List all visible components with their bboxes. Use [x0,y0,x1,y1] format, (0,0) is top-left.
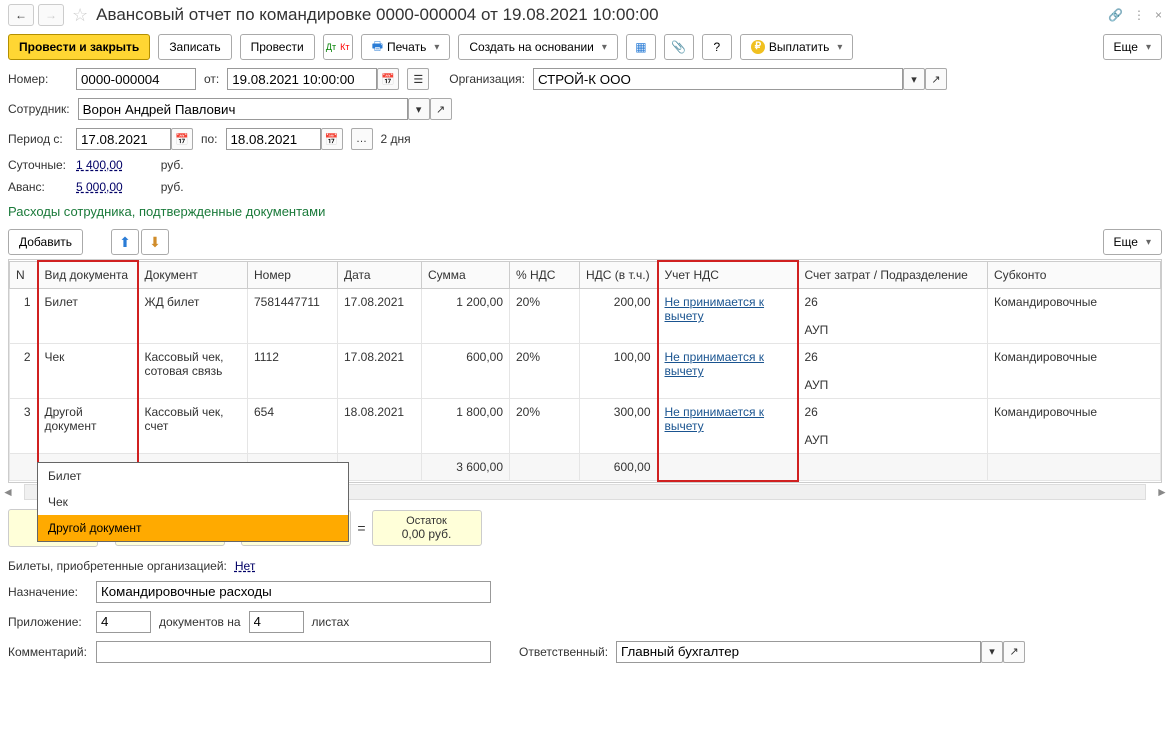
responsible-dropdown[interactable]: ▾ [981,641,1003,663]
tickets-label: Билеты, приобретенные организацией: [8,559,227,573]
org-dropdown[interactable]: ▾ [903,68,925,90]
attach-label: Приложение: [8,615,88,629]
page-title: Авансовый отчет по командировке 0000-000… [96,5,658,25]
attach-docs-input[interactable] [96,611,151,633]
dropdown-opt-ticket[interactable]: Билет [38,463,348,489]
col-sub[interactable]: Субконто [988,261,1161,289]
tickets-link[interactable]: Нет [235,559,255,573]
extra-icon[interactable]: ☰ [407,68,429,90]
table-more-button[interactable]: Еще [1103,229,1162,255]
nav-back[interactable]: ← [8,4,34,26]
toolbar-more-button[interactable]: Еще [1103,34,1162,60]
advance-label: Аванс: [8,180,68,194]
print-button[interactable]: 🖶 Печать [361,34,451,60]
daily-rub: руб. [161,158,184,172]
period-from-label: Период с: [8,132,68,146]
nav-forward[interactable]: → [38,4,64,26]
more-menu-icon[interactable]: ⋮ [1133,8,1145,22]
attach-sheets-input[interactable] [249,611,304,633]
employee-label: Сотрудник: [8,102,70,116]
print-label: Печать [387,40,426,54]
purpose-label: Назначение: [8,585,88,599]
ruble-icon: ₽ [751,40,765,54]
save-button[interactable]: Записать [158,34,231,60]
period-to-cal[interactable]: 📅 [321,128,343,150]
doctype-dropdown[interactable]: Билет Чек Другой документ [37,462,349,542]
period-from-cal[interactable]: 📅 [171,128,193,150]
col-n[interactable]: N [10,261,38,289]
dropdown-opt-check[interactable]: Чек [38,489,348,515]
total-sum: 3 600,00 [422,454,510,481]
from-label: от: [204,72,219,86]
move-up-button[interactable]: ⬆ [111,229,139,255]
attach-sheets-label: листах [312,615,350,629]
create-based-button[interactable]: Создать на основании [458,34,618,60]
number-label: Номер: [8,72,68,86]
period-extra[interactable]: … [351,128,373,150]
post-button[interactable]: Провести [240,34,315,60]
table-row[interactable]: 3Другой документКассовый чек, счет65418.… [10,399,1161,454]
org-label: Организация: [449,72,525,86]
col-vat[interactable]: НДС (в т.ч.) [580,261,658,289]
daily-label: Суточные: [8,158,68,172]
favorite-star-icon[interactable]: ☆ [72,5,88,26]
col-doctype[interactable]: Вид документа [38,261,138,289]
attachment-button[interactable]: 📎 [664,34,694,60]
attach-docs-label: документов на [159,615,241,629]
comment-input[interactable] [96,641,491,663]
period-to-label: по: [201,132,218,146]
responsible-input[interactable] [616,641,981,663]
related-docs-button[interactable]: ▦ [626,34,656,60]
period-from-input[interactable] [76,128,171,150]
calendar-icon[interactable]: 📅 [377,68,399,90]
dropdown-opt-other[interactable]: Другой документ [38,515,348,541]
comment-label: Комментарий: [8,645,88,659]
vatacc-link[interactable]: Не принимается к вычету [665,405,765,433]
add-row-button[interactable]: Добавить [8,229,83,255]
purpose-input[interactable] [96,581,491,603]
col-sum[interactable]: Сумма [422,261,510,289]
daily-link[interactable]: 1 400,00 [76,158,123,172]
pay-button[interactable]: ₽ Выплатить [740,34,854,60]
expenses-table[interactable]: N Вид документа Документ Номер Дата Сумм… [8,259,1162,483]
col-date[interactable]: Дата [338,261,422,289]
link-icon[interactable]: 🔗 [1108,8,1123,22]
responsible-open[interactable]: ↗ [1003,641,1025,663]
summary-rest: Остаток0,00 руб. [372,510,482,546]
op-eq: = [357,520,365,536]
dtkt-button[interactable]: ДтКт [323,34,353,60]
total-vat: 600,00 [580,454,658,481]
post-and-close-button[interactable]: Провести и закрыть [8,34,150,60]
advance-link[interactable]: 5 000,00 [76,180,123,194]
col-doc[interactable]: Документ [138,261,248,289]
move-down-button[interactable]: ⬇ [141,229,169,255]
close-icon[interactable]: × [1155,8,1162,22]
help-button[interactable]: ? [702,34,732,60]
vatacc-link[interactable]: Не принимается к вычету [665,350,765,378]
period-to-input[interactable] [226,128,321,150]
col-cost[interactable]: Счет затрат / Подразделение [798,261,988,289]
date-input[interactable] [227,68,377,90]
hscroll-right[interactable]: ► [1154,485,1170,499]
hscroll-left[interactable]: ◄ [0,485,16,499]
vatacc-link[interactable]: Не принимается к вычету [665,295,765,323]
table-row[interactable]: 2ЧекКассовый чек, сотовая связь111217.08… [10,344,1161,399]
advance-rub: руб. [161,180,184,194]
responsible-label: Ответственный: [519,645,608,659]
employee-dropdown[interactable]: ▾ [408,98,430,120]
number-input[interactable] [76,68,196,90]
expenses-section-title: Расходы сотрудника, подтвержденные докум… [0,198,1170,225]
period-days: 2 дня [381,132,411,146]
table-row[interactable]: 1БилетЖД билет758144771117.08.20211 200,… [10,289,1161,344]
pay-label: Выплатить [769,40,830,54]
org-open[interactable]: ↗ [925,68,947,90]
org-input[interactable] [533,68,903,90]
col-num[interactable]: Номер [248,261,338,289]
employee-open[interactable]: ↗ [430,98,452,120]
col-vatacc[interactable]: Учет НДС [658,261,798,289]
employee-input[interactable] [78,98,408,120]
col-vatpct[interactable]: % НДС [510,261,580,289]
